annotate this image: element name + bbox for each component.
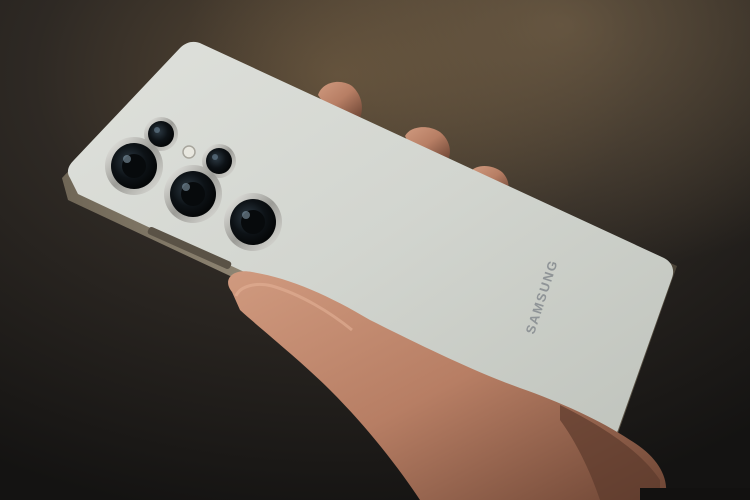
- camera-lens-main: [105, 137, 163, 195]
- photo-illustration: SAMSUNG: [0, 0, 750, 500]
- flash-icon: [182, 145, 196, 159]
- photo-scene: SAMSUNG: [0, 0, 750, 500]
- sleeve: [640, 488, 750, 500]
- camera-lens-telephoto: [224, 193, 282, 251]
- camera-lens-ultrawide: [164, 165, 222, 223]
